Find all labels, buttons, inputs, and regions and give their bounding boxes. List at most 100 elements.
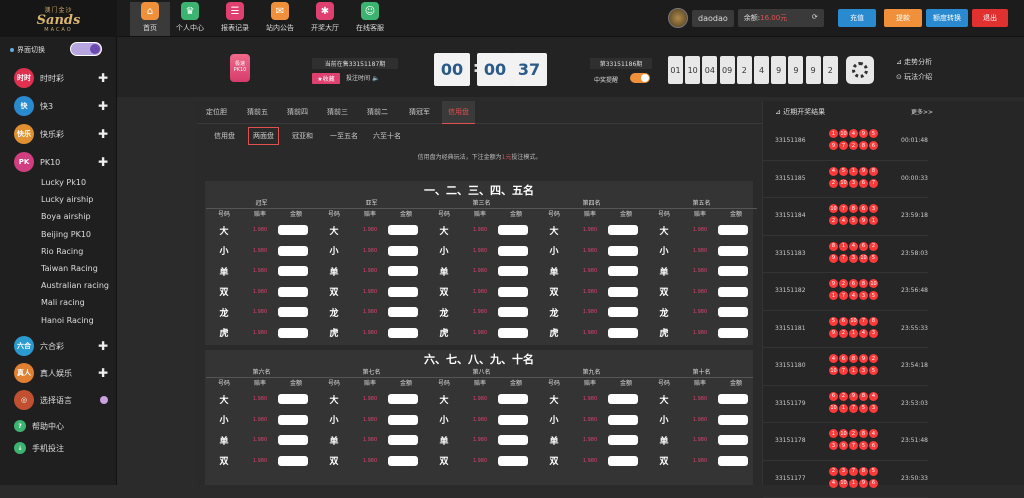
amount-input[interactable] <box>388 307 418 317</box>
transfer-button[interactable]: 额度转换 <box>926 9 968 27</box>
amount-input[interactable] <box>498 394 528 404</box>
amount-input[interactable] <box>498 266 528 276</box>
amount-input[interactable] <box>388 225 418 235</box>
amount-input[interactable] <box>278 266 308 276</box>
sidebar-item-pk10[interactable]: Taiwan Racing <box>41 264 98 273</box>
amount-input[interactable] <box>278 328 308 338</box>
sidebar-item-pk10[interactable]: Lucky Pk10 <box>41 178 86 187</box>
nav-crown[interactable]: ♛个人中心 <box>170 2 210 36</box>
amount-input[interactable] <box>498 328 528 338</box>
interface-switch-toggle[interactable] <box>70 42 102 56</box>
amount-input[interactable] <box>278 456 308 466</box>
tab-play[interactable]: 猜前四 <box>287 107 308 117</box>
amount-input[interactable] <box>608 328 638 338</box>
amount-input[interactable] <box>608 266 638 276</box>
rules-link[interactable]: ⊙ 玩法介绍 <box>896 72 932 82</box>
amount-input[interactable] <box>718 415 748 425</box>
amount-input[interactable] <box>608 246 638 256</box>
amount-input[interactable] <box>388 328 418 338</box>
plus-icon[interactable]: ✚ <box>98 71 108 85</box>
sidebar-category-ssc[interactable]: 时时时时彩✚ <box>14 67 108 89</box>
amount-input[interactable] <box>608 225 638 235</box>
amount-input[interactable] <box>498 415 528 425</box>
favorite-button[interactable]: ★收藏 <box>312 73 340 84</box>
amount-input[interactable] <box>718 266 748 276</box>
trend-analysis-link[interactable]: ⊿ 走势分析 <box>896 57 932 67</box>
subtab[interactable]: 两面盘 <box>248 127 279 145</box>
tab-play[interactable]: 猜前二 <box>367 107 388 117</box>
sidebar-help[interactable]: ?帮助中心 <box>14 419 108 433</box>
withdraw-button[interactable]: 提款 <box>884 9 922 27</box>
nav-mail[interactable]: ✉站内公告 <box>260 2 300 36</box>
plus-icon[interactable]: ✚ <box>98 155 108 169</box>
plus-icon[interactable]: ✚ <box>98 127 108 141</box>
recharge-button[interactable]: 充值 <box>838 9 876 27</box>
site-logo[interactable]: 澳门金沙 Sands MACAO <box>0 0 117 37</box>
amount-input[interactable] <box>278 307 308 317</box>
amount-input[interactable] <box>498 225 528 235</box>
amount-input[interactable] <box>388 415 418 425</box>
amount-input[interactable] <box>278 287 308 297</box>
amount-input[interactable] <box>608 435 638 445</box>
amount-input[interactable] <box>718 435 748 445</box>
sidebar-item-pk10[interactable]: Beijing PK10 <box>41 230 91 239</box>
sidebar-item-pk10[interactable]: Australian racing <box>41 281 109 290</box>
amount-input[interactable] <box>278 394 308 404</box>
nav-service[interactable]: ☺在线客服 <box>350 2 390 36</box>
amount-input[interactable] <box>278 225 308 235</box>
amount-input[interactable] <box>388 246 418 256</box>
subtab[interactable]: 六至十名 <box>373 131 401 141</box>
amount-input[interactable] <box>608 287 638 297</box>
amount-input[interactable] <box>498 307 528 317</box>
avatar[interactable] <box>668 8 688 28</box>
amount-input[interactable] <box>498 435 528 445</box>
plus-icon[interactable]: ✚ <box>98 99 108 113</box>
refresh-icon[interactable]: ⟳ <box>812 13 818 23</box>
sidebar-item-pk10[interactable]: Mali racing <box>41 298 85 307</box>
amount-input[interactable] <box>718 225 748 235</box>
nav-home[interactable]: ⌂首页 <box>130 2 170 36</box>
amount-input[interactable] <box>718 394 748 404</box>
tab-play[interactable]: 信用盘 <box>442 101 475 124</box>
sidebar-mobile[interactable]: ↓手机投注 <box>14 441 108 455</box>
amount-input[interactable] <box>278 435 308 445</box>
amount-input[interactable] <box>718 456 748 466</box>
tab-play[interactable]: 定位胆 <box>206 107 227 117</box>
win-remind-toggle[interactable] <box>630 73 650 83</box>
amount-input[interactable] <box>388 266 418 276</box>
subtab[interactable]: 信用盘 <box>214 131 235 141</box>
tab-play[interactable]: 猜前三 <box>327 107 348 117</box>
amount-input[interactable] <box>498 456 528 466</box>
sidebar-category-live[interactable]: 真人真人娱乐✚ <box>14 362 108 384</box>
amount-input[interactable] <box>498 287 528 297</box>
nav-report[interactable]: ☰报表记录 <box>215 2 255 36</box>
sidebar-category-k3[interactable]: 快快3✚ <box>14 95 108 117</box>
amount-input[interactable] <box>608 307 638 317</box>
amount-input[interactable] <box>608 415 638 425</box>
amount-input[interactable] <box>718 287 748 297</box>
amount-input[interactable] <box>608 394 638 404</box>
plus-icon[interactable]: ✚ <box>98 366 108 380</box>
more-link[interactable]: 更多>> <box>911 107 933 116</box>
logout-button[interactable]: 退出 <box>972 9 1008 27</box>
amount-input[interactable] <box>498 246 528 256</box>
tab-play[interactable]: 猜冠军 <box>409 107 430 117</box>
amount-input[interactable] <box>388 456 418 466</box>
sidebar-category-globe[interactable]: ◎选择语言 <box>14 389 108 411</box>
amount-input[interactable] <box>278 246 308 256</box>
plus-icon[interactable]: ✚ <box>98 339 108 353</box>
amount-input[interactable] <box>718 246 748 256</box>
sidebar-item-pk10[interactable]: Rio Racing <box>41 247 83 256</box>
amount-input[interactable] <box>718 307 748 317</box>
nav-lottery[interactable]: ✱开奖大厅 <box>305 2 345 36</box>
tab-play[interactable]: 猜前五 <box>247 107 268 117</box>
sidebar-item-pk10[interactable]: Hanoi Racing <box>41 316 94 325</box>
amount-input[interactable] <box>388 435 418 445</box>
sidebar-item-pk10[interactable]: Boya airship <box>41 212 91 221</box>
sidebar-category-klc[interactable]: 快乐快乐彩✚ <box>14 123 108 145</box>
subtab[interactable]: 一至五名 <box>330 131 358 141</box>
amount-input[interactable] <box>608 456 638 466</box>
amount-input[interactable] <box>388 287 418 297</box>
amount-input[interactable] <box>718 328 748 338</box>
subtab[interactable]: 冠亚和 <box>292 131 313 141</box>
